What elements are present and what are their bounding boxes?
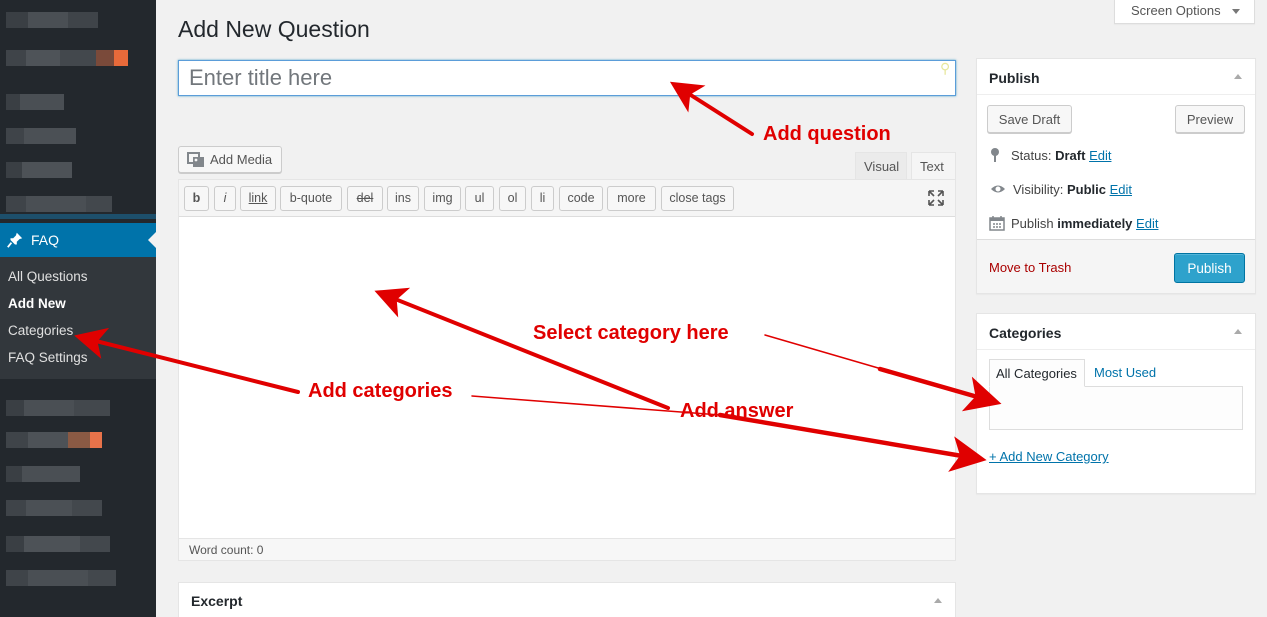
annotation-add-answer: Add answer (680, 400, 794, 422)
move-to-trash-link[interactable]: Move to Trash (989, 260, 1071, 275)
obscured-menu-item[interactable] (6, 570, 116, 586)
obscured-menu-item[interactable] (6, 432, 102, 448)
qt-close-tags-button[interactable]: close tags (661, 186, 734, 211)
publish-box-header: Publish (977, 59, 1255, 95)
submenu-item-all-questions[interactable]: All Questions (8, 269, 88, 284)
map-pin-icon (991, 148, 999, 162)
fullscreen-icon[interactable] (927, 189, 945, 207)
excerpt-title: Excerpt (191, 593, 243, 609)
visibility-row: Visibility: Public Edit (989, 181, 1132, 197)
annotation-add-question: Add question (763, 123, 891, 145)
word-count: Word count: 0 (179, 538, 955, 560)
quicktags-toolbar: b i link b-quote del ins img ul ol li co… (179, 180, 955, 217)
submenu-item-categories[interactable]: Categories (8, 323, 73, 338)
menu-divider (0, 214, 156, 219)
obscured-menu-item[interactable] (6, 536, 110, 552)
categories-box: Categories All Categories Most Used + Ad… (976, 313, 1256, 494)
obscured-menu-item[interactable] (6, 466, 80, 482)
status-label: Status: (1011, 148, 1052, 163)
obscured-menu-item[interactable] (6, 50, 128, 66)
publish-box-title: Publish (989, 70, 1040, 86)
eye-icon (991, 185, 1005, 193)
publish-date-row: Publish immediately Edit (989, 215, 1158, 231)
add-media-label: Add Media (210, 152, 273, 167)
visibility-label: Visibility: (1013, 182, 1064, 197)
submenu-item-faq-settings[interactable]: FAQ Settings (8, 350, 88, 365)
qt-ol-button[interactable]: ol (499, 186, 526, 211)
qt-img-button[interactable]: img (424, 186, 461, 211)
qt-del-button[interactable]: del (347, 186, 383, 211)
admin-sidebar: FAQ All Questions Add New Categories FAQ… (0, 0, 156, 617)
pushpin-icon (7, 232, 23, 248)
collapse-arrow-icon[interactable] (934, 598, 942, 603)
obscured-menu-item[interactable] (6, 162, 72, 178)
publish-box: Publish Save Draft Preview Status: Draft… (976, 58, 1256, 294)
sidebar-item-label: FAQ (31, 232, 60, 248)
calendar-icon (989, 216, 1005, 231)
sidebar-item-faq[interactable]: FAQ (0, 223, 156, 257)
question-title-input[interactable] (178, 60, 956, 96)
obscured-menu-item[interactable] (6, 196, 112, 212)
tab-visual[interactable]: Visual (855, 152, 907, 180)
categories-box-title: Categories (989, 325, 1062, 341)
content-editor: b i link b-quote del ins img ul ol li co… (178, 179, 956, 561)
preview-button[interactable]: Preview (1175, 105, 1245, 133)
tab-most-used[interactable]: Most Used (1088, 359, 1168, 387)
qt-ins-button[interactable]: ins (387, 186, 419, 211)
qt-bold-button[interactable]: b (184, 186, 209, 211)
qt-bquote-button[interactable]: b-quote (280, 186, 342, 211)
annotation-select-category: Select category here (533, 322, 729, 344)
edit-status-link[interactable]: Edit (1089, 148, 1111, 163)
edit-visibility-link[interactable]: Edit (1110, 182, 1132, 197)
categories-box-header: Categories (977, 314, 1255, 350)
major-publishing-actions: Move to Trash Publish (977, 239, 1255, 293)
publish-prefix: Publish (1011, 216, 1054, 231)
submenu-item-add-new[interactable]: Add New (8, 296, 66, 311)
obscured-menu-item[interactable] (6, 400, 110, 416)
publish-button[interactable]: Publish (1174, 253, 1245, 283)
screen-options-label: Screen Options (1131, 3, 1221, 18)
save-draft-button[interactable]: Save Draft (987, 105, 1072, 133)
tab-all-categories[interactable]: All Categories (989, 359, 1085, 387)
screen-options-button[interactable]: Screen Options (1114, 0, 1255, 24)
category-checklist[interactable] (989, 386, 1243, 430)
visibility-value: Public (1066, 182, 1106, 197)
excerpt-box: Excerpt (178, 582, 956, 617)
publish-when: immediately (1057, 216, 1133, 231)
obscured-menu-item[interactable] (6, 94, 64, 110)
faq-submenu: All Questions Add New Categories FAQ Set… (0, 257, 156, 379)
qt-li-button[interactable]: li (531, 186, 554, 211)
annotation-add-categories: Add categories (308, 380, 453, 402)
qt-code-button[interactable]: code (559, 186, 603, 211)
tab-text[interactable]: Text (911, 152, 956, 180)
qt-link-button[interactable]: link (240, 186, 276, 211)
caret-down-icon (1232, 9, 1240, 14)
current-menu-notch (148, 232, 156, 248)
obscured-menu-item[interactable] (6, 128, 76, 144)
status-value: Draft (1055, 148, 1086, 163)
media-icon (187, 152, 204, 167)
edit-date-link[interactable]: Edit (1136, 216, 1158, 231)
qt-italic-button[interactable]: i (214, 186, 236, 211)
qt-more-button[interactable]: more (607, 186, 656, 211)
obscured-menu-item[interactable] (6, 12, 98, 28)
add-media-button[interactable]: Add Media (178, 146, 282, 173)
answer-textarea[interactable] (179, 217, 955, 538)
page-title: Add New Question (178, 16, 370, 42)
qt-ul-button[interactable]: ul (465, 186, 494, 211)
add-new-category-link[interactable]: + Add New Category (989, 449, 1109, 464)
obscured-menu-item[interactable] (6, 500, 102, 516)
collapse-arrow-icon[interactable] (1234, 74, 1242, 79)
post-status-row: Status: Draft Edit (989, 147, 1111, 163)
collapse-arrow-icon[interactable] (1234, 329, 1242, 334)
key-icon: ⚲ (940, 60, 951, 76)
